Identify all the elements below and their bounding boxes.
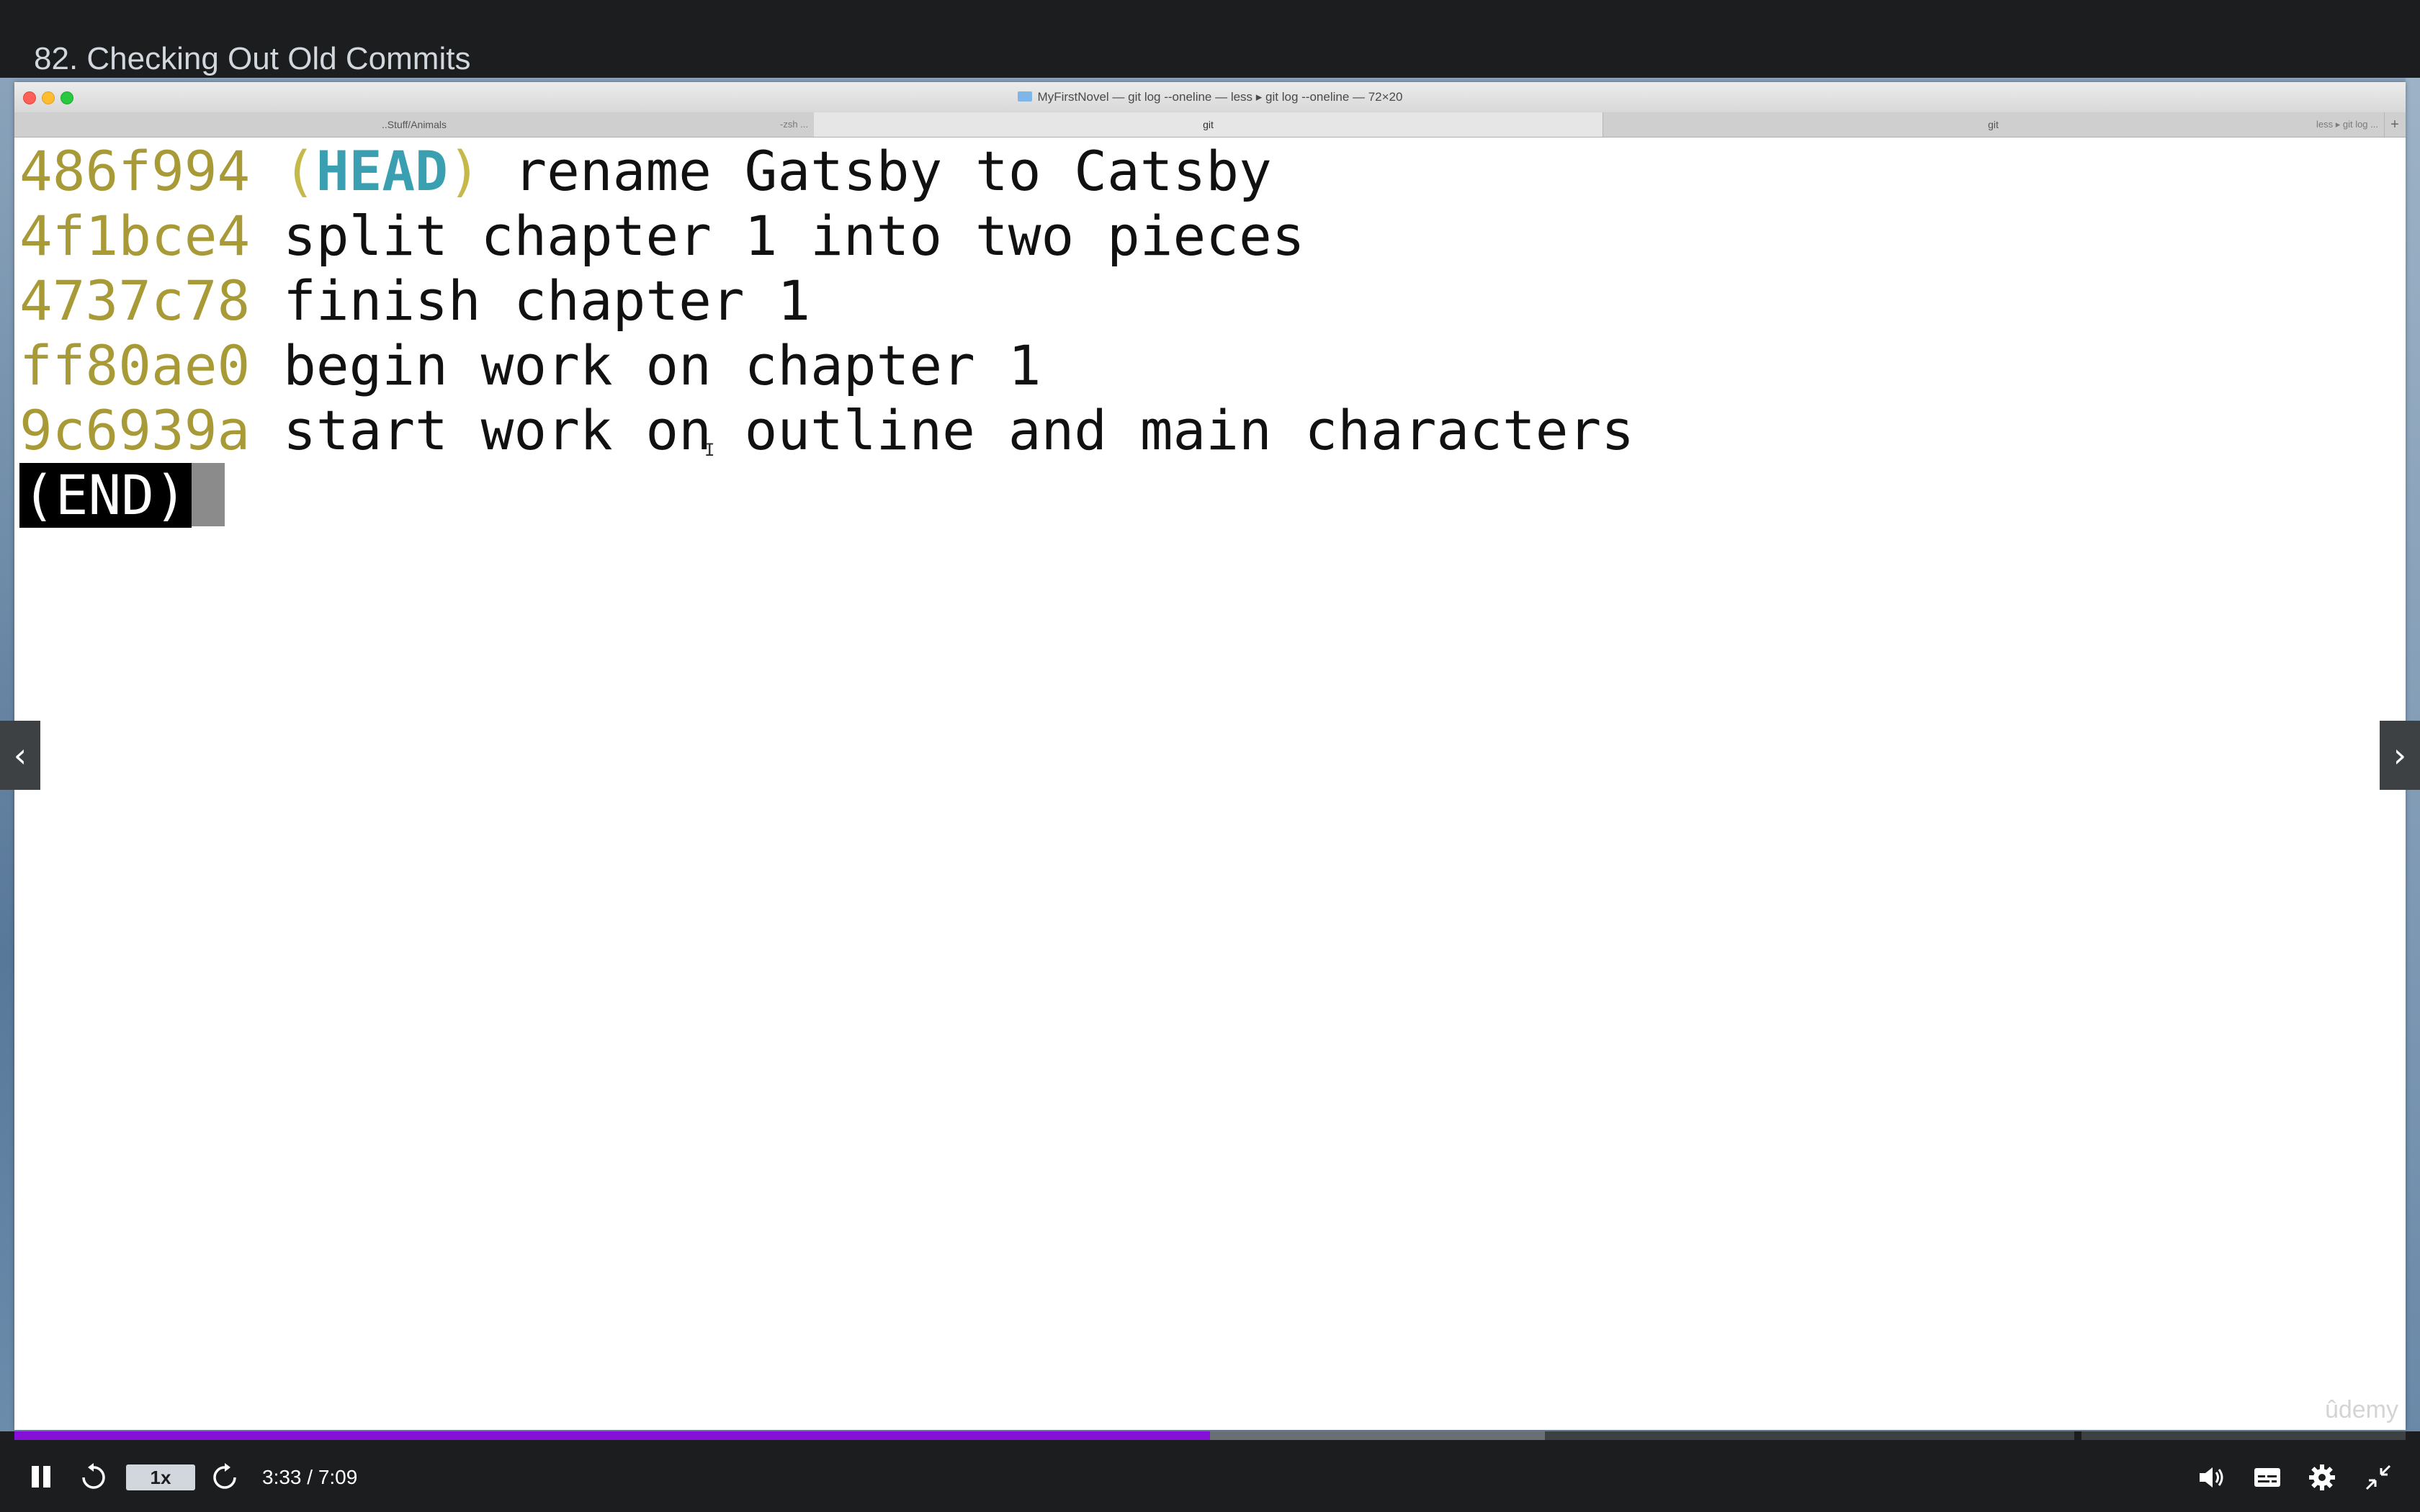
terminal-window: MyFirstNovel — git log --oneline — less … [14,82,2406,1430]
volume-icon[interactable] [2195,1462,2227,1493]
commit-line: 4f1bce4 split chapter 1 into two pieces [19,204,1305,269]
rewind-icon[interactable] [78,1460,109,1495]
tab-label: git [1203,119,1214,130]
commit-message: finish chapter 1 [283,269,811,333]
commit-line: 486f994 (HEAD) rename Gatsby to Catsby [19,139,1272,204]
commit-hash: 9c6939a [19,398,251,462]
forward-icon[interactable] [209,1460,241,1495]
terminal-tab-bar: ..Stuff/Animals -zsh ... git git less ▸ … [14,112,2406,138]
commit-message: begin work on chapter 1 [283,333,1041,397]
lecture-title: 82. Checking Out Old Commits [34,41,471,76]
progress-played [14,1431,1210,1440]
tab-sublabel: -zsh ... [779,119,808,130]
terminal-tab-animals: ..Stuff/Animals -zsh ... [14,112,815,137]
tab-label: git [1988,119,1999,130]
new-tab-icon: + [2390,117,2399,132]
commit-line: 9c6939a start work on outline and main c… [19,398,1634,463]
head-ref: HEAD [315,139,448,203]
pause-icon[interactable] [29,1460,53,1495]
commit-hash: 486f994 [19,139,251,203]
settings-icon[interactable] [2306,1462,2338,1493]
udemy-watermark: ûdemy [2324,1396,2398,1423]
progress-marker [2074,1431,2081,1440]
folder-icon [1017,91,1032,102]
previous-lecture-button[interactable]: ‹ [0,721,40,790]
end-marker: (END) [19,463,192,528]
terminal-output: 486f994 (HEAD) rename Gatsby to Catsby 4… [14,138,2406,1430]
commit-line: ff80ae0 begin work on chapter 1 [19,333,1041,398]
next-lecture-button[interactable]: › [2380,721,2420,790]
commit-message: split chapter 1 into two pieces [283,204,1305,268]
window-titlebar: MyFirstNovel — git log --oneline — less … [14,82,2406,113]
head-paren: ( [283,139,316,203]
player-controls: 1x 3:33 / 7:09 [0,1440,2420,1512]
tab-label: ..Stuff/Animals [381,119,447,130]
video-progress-bar[interactable] [14,1431,2406,1440]
ibeam-cursor-icon: I [704,440,715,460]
commit-hash: 4f1bce4 [19,204,251,268]
text-cursor [191,463,225,526]
commit-message: rename Gatsby to Catsby [514,139,1272,203]
commit-message: start work on outline and main character… [283,398,1635,462]
window-title: MyFirstNovel — git log --oneline — less … [14,82,2406,112]
video-stage[interactable]: MyFirstNovel — git log --oneline — less … [0,78,2420,1431]
exit-fullscreen-icon[interactable] [2362,1462,2394,1493]
commit-hash: 4737c78 [19,269,251,333]
terminal-tab-git-active: git [814,112,1603,137]
terminal-tab-git-less: git less ▸ git log ... [1603,112,2385,137]
tab-sublabel: less ▸ git log ... [2316,119,2378,130]
time-readout: 3:33 / 7:09 [262,1466,358,1488]
course-header: 82. Checking Out Old Commits [0,0,2420,78]
pager-end-prompt: (END) [19,463,225,528]
captions-icon[interactable] [2251,1462,2283,1493]
commit-hash: ff80ae0 [19,333,251,397]
commit-line: 4737c78 finish chapter 1 [19,269,810,333]
playback-speed-button[interactable]: 1x [126,1464,195,1490]
window-title-text: MyFirstNovel — git log --oneline — less … [1037,90,1403,104]
head-paren: ) [447,139,481,203]
